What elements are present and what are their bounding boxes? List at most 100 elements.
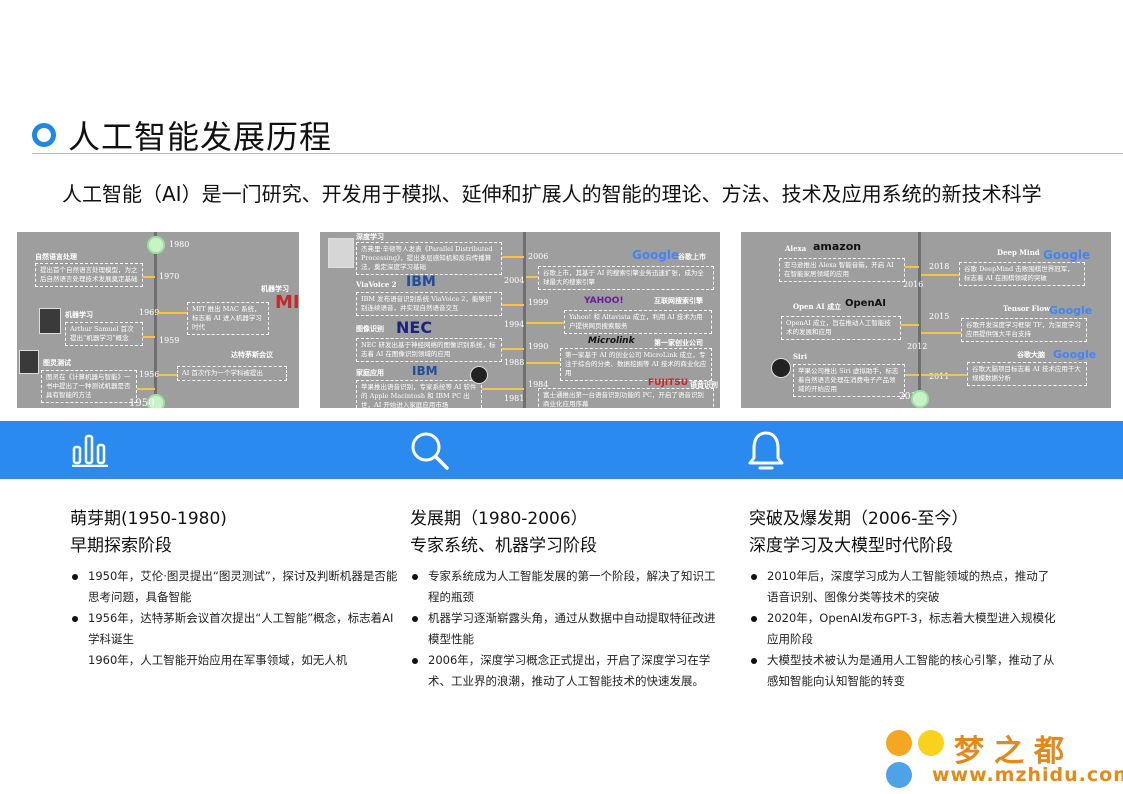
list-item: 专家系统成为人工智能发展的第一个阶段，解决了知识工程的瓶颈 (410, 566, 720, 608)
openai-logo: OpenAI (845, 298, 887, 309)
blue-face-icon (886, 762, 912, 788)
connector (526, 322, 564, 324)
orange-face-icon (886, 730, 912, 756)
stage-list: 专家系统成为人工智能发展的第一个阶段，解决了知识工程的瓶颈 机器学习逐渐崭露头角… (410, 566, 720, 692)
event-heading: Siri (793, 352, 808, 361)
list-item: 大模型技术被认为是通用人工智能的核心引擎，推动了从感知智能向认知智能的转变 (749, 650, 1059, 692)
year-label: 1994 (504, 320, 525, 329)
title-block: 人工智能发展历程 (32, 112, 332, 158)
ibm-logo: IBM (412, 364, 438, 378)
timeline-start-dot (147, 236, 165, 254)
list-item: 1956年，达特茅斯会议首次提出“人工智能”概念，标志着AI学科诞生 (70, 608, 400, 650)
event-box: 谷歌上市，其基于 AI 的搜索引擎业务迅速扩张，成为全球最大的搜索引擎 (538, 266, 714, 290)
event-box: 亚马逊推出 Alexa 智能音箱，开启 AI 在智能家居领域的应用 (779, 258, 905, 282)
list-item: 2010年后，深度学习成为人工智能领域的热点，推动了语音识别、图像分类等技术的突… (749, 566, 1059, 608)
google-logo: Google (632, 248, 680, 262)
event-box: 谷歌大脑项目标志着 AI 技术应用于大规模数据分析 (967, 362, 1087, 386)
event-heading: Alexa (785, 244, 807, 253)
year-label: 1990 (528, 342, 549, 351)
portrait-photo (39, 308, 61, 334)
connector (502, 348, 524, 350)
timeline-panel-3: 2018 2016 2015 2012 2011 2010 Alexa amaz… (741, 232, 1111, 408)
event-box: Arthur Samuel 首次提出“机器学习”概念 (65, 322, 143, 346)
timeline-panel-2: 2006 2004 1999 1994 1990 1988 1984 1981 … (320, 232, 720, 408)
year-label: 1980 (169, 240, 190, 249)
brand-watermark: 梦之都 www.mzhidu.com (884, 726, 1123, 790)
connector (921, 332, 961, 334)
event-heading: 图像识别 (356, 324, 384, 333)
connector (921, 274, 959, 276)
connector (905, 266, 919, 268)
event-box: AI 首次作为一个学科被提出 (177, 366, 287, 381)
year-label: 2015 (929, 312, 950, 321)
event-heading: Tensor Flow (1003, 304, 1051, 313)
apple-icon (470, 366, 488, 384)
stage-period: 突破及爆发期（2006-至今） (749, 509, 969, 529)
timeline-axis (918, 232, 921, 408)
stage-subtitle: 早期探索阶段 (70, 536, 172, 556)
list-item: 1960年，人工智能开始应用在军事领域，如无人机 (88, 653, 348, 667)
event-box: OpenAI 成立，旨在推动人工智能技术的发展和应用 (781, 316, 901, 340)
stage-period: 发展期（1980-2006） (410, 509, 588, 529)
connector (905, 374, 919, 376)
connector (901, 324, 919, 326)
stage-period: 萌芽期(1950-1980) (70, 509, 227, 529)
stage-subtitle: 深度学习及大模型时代阶段 (749, 536, 953, 556)
google-logo: Google (1043, 248, 1091, 262)
stage-list: 2010年后，深度学习成为人工智能领域的热点，推动了语音识别、图像分类等技术的突… (749, 566, 1059, 692)
event-heading: 第一家创业公司 (654, 338, 703, 347)
timeline-panel-1: 1980 1970 1969 1959 1956 1950 自然语言处理 提出首… (17, 232, 299, 408)
yahoo-logo: YAHOO! (584, 296, 624, 306)
year-label: 2004 (504, 276, 525, 285)
year-label: 1988 (504, 358, 525, 367)
event-heading: Deep Mind (997, 248, 1040, 257)
connector (526, 276, 538, 278)
google-logo: Google (1053, 348, 1097, 361)
stage-list: 1950年，艾伦·图灵提出“图灵测试”，探讨及判断机器是否能思考问题，具备智能 … (70, 566, 400, 671)
bell-icon (748, 431, 784, 470)
event-heading: 家庭应用 (356, 368, 384, 377)
event-box: 提出首个自然语言处理模型，为之后自然语言处理技术发展奠定基础 (35, 263, 143, 287)
portrait-photo (19, 350, 39, 374)
connector (502, 304, 524, 306)
google-logo: Google (1049, 304, 1093, 317)
stage-column-3: 突破及爆发期（2006-至今） 深度学习及大模型时代阶段 2010年后，深度学习… (749, 506, 1059, 692)
connector (502, 256, 524, 258)
list-item: 机器学习逐渐崭露头角，通过从数据中自动提取特征改进模型性能 (410, 608, 720, 650)
year-label: 1981 (504, 394, 525, 403)
event-box: 谷歌 DeepMind 击败围棋世界冠军，标志着 AI 在围棋领域的突破 (959, 262, 1085, 286)
event-box: 图灵在《计算机器与智能》一书中提出了一种测试机器是否具有智能的方法 (41, 370, 137, 403)
event-heading: 深度学习 (356, 232, 384, 241)
event-heading: Open AI 成立 (793, 302, 842, 311)
connector (137, 388, 155, 390)
connector (921, 374, 967, 376)
connector (482, 388, 524, 390)
event-box: 谷歌开发深度学习框架 TF，为深度学习应用提供强大平台支持 (961, 318, 1087, 342)
fujitsu-logo: FUJITSU (648, 378, 689, 388)
stage-column-1: 萌芽期(1950-1980) 早期探索阶段 1950年，艾伦·图灵提出“图灵测试… (70, 506, 400, 671)
title-divider (32, 153, 1123, 154)
timeline-axis (154, 232, 157, 408)
year-label: 1999 (528, 298, 549, 307)
event-box: NEC 研发出基于神经网络的图像识别系统，标志着 AI 在图像识别领域的应用 (356, 338, 502, 362)
connector (143, 276, 155, 278)
brand-url[interactable]: www.mzhidu.com (932, 764, 1123, 786)
circle-bullet-icon (32, 123, 56, 147)
stage-subtitle: 专家系统、机器学习阶段 (410, 536, 597, 556)
microlink-logo: Microlink (588, 336, 635, 346)
portrait-photo (328, 238, 354, 268)
list-item: 2006年，深度学习概念正式提出，开启了深度学习在学术、工业界的浪潮，推动了人工… (410, 650, 720, 692)
nec-logo: NEC (396, 318, 433, 337)
page-title: 人工智能发展历程 (68, 118, 333, 156)
year-label: 2018 (929, 262, 950, 271)
event-heading: 谷歌上市 (678, 252, 706, 261)
connector (143, 336, 155, 338)
timeline-end-dot (911, 390, 929, 408)
event-box: Yahoo! 和 Altavista 成立，利用 AI 技术为用户提供网页搜索服… (564, 310, 712, 334)
event-heading: ViaVoice 2 (356, 280, 397, 289)
event-box: MIT 推出 MAC 系统，标志着 AI 进入机器学习时代 (187, 302, 269, 335)
bar-chart-icon (72, 434, 108, 467)
yellow-face-icon (918, 730, 944, 756)
connector (157, 374, 177, 376)
event-heading: 互联网搜索引擎 (654, 296, 703, 305)
